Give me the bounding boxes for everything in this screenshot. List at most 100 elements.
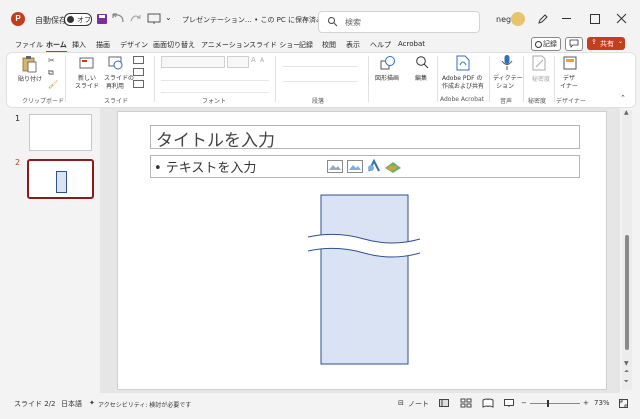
tab-draw[interactable]: 描画 [96, 40, 110, 50]
reset-icon[interactable] [133, 68, 144, 76]
designer-icon[interactable] [563, 56, 578, 70]
bullets-row[interactable] [283, 57, 358, 67]
scroll-down-icon[interactable]: ▼ [624, 360, 629, 367]
new-slide-icon[interactable] [79, 56, 94, 70]
shapes-icon[interactable] [380, 56, 395, 70]
maximize-icon[interactable] [590, 14, 600, 24]
content-placeholder[interactable]: • テキストを入力 [150, 155, 580, 178]
font-shrink-icon[interactable]: A [260, 57, 264, 64]
comments-button[interactable] [565, 37, 583, 51]
sensitivity-label[interactable]: 秘密度 [532, 74, 550, 83]
zoom-slider[interactable] [530, 400, 580, 407]
edit-label[interactable]: 編集 [415, 73, 427, 82]
close-icon[interactable] [616, 13, 627, 24]
zoom-in-icon[interactable]: + [583, 399, 589, 407]
search-icon[interactable] [416, 56, 429, 69]
accessibility-icon[interactable]: ✦ [89, 399, 95, 407]
insert-picture-icon[interactable] [327, 160, 343, 173]
toggle-knob [67, 16, 74, 23]
record-button[interactable]: 記録 [531, 37, 561, 51]
tab-acrobat[interactable]: Acrobat [398, 40, 425, 48]
slide-thumbnail-1[interactable] [29, 114, 92, 151]
rectangle-shape[interactable] [307, 194, 421, 365]
accessibility-status[interactable]: アクセシビリティ: 検討が必要です [98, 400, 191, 409]
format-painter-icon[interactable]: 🖌 [48, 80, 58, 89]
layout-icon[interactable] [133, 56, 144, 64]
scroll-up-icon[interactable]: ▲ [624, 109, 629, 116]
autosave-toggle[interactable]: オフ [64, 13, 92, 26]
user-name[interactable]: neg [496, 15, 511, 24]
filename-chevron-icon[interactable]: ⌄ [302, 13, 309, 22]
font-size-select[interactable] [227, 56, 249, 68]
group-adobe-acrobat: Adobe Acrobat [440, 96, 485, 103]
share-icon: ⇪ [591, 38, 597, 46]
tab-insert[interactable]: 挿入 [72, 40, 86, 50]
shapes-label[interactable]: 図形描画 [375, 73, 399, 82]
sensitivity-icon[interactable] [532, 55, 546, 71]
font-name-select[interactable] [161, 56, 225, 68]
new-slide-label-2[interactable]: スライド [75, 81, 99, 90]
tab-design[interactable]: デザイン [120, 40, 148, 50]
save-icon[interactable] [97, 14, 107, 24]
tab-transitions[interactable]: 画面切り替え [153, 40, 195, 50]
vertical-scrollbar[interactable]: ▲ ▼ ⏶ ⏷ [622, 109, 632, 390]
insert-3d-model-icon[interactable] [385, 160, 401, 173]
slide-sorter-icon[interactable] [460, 398, 472, 408]
align-row[interactable] [283, 72, 358, 82]
undo-icon[interactable] [112, 13, 125, 24]
adobe-pdf-icon[interactable] [456, 55, 470, 71]
zoom-level[interactable]: 73% [594, 399, 610, 407]
fit-to-window-icon[interactable] [619, 399, 628, 408]
ribbon-collapse-icon[interactable]: ⌃ [620, 94, 626, 102]
adobe-pdf-label-2[interactable]: 作成および共有 [442, 81, 484, 90]
share-button[interactable]: ⇪ 共有 ⌄ [587, 37, 625, 50]
font-grow-icon[interactable]: A [251, 56, 256, 64]
zoom-out-icon[interactable]: − [521, 399, 527, 407]
search-box[interactable]: 検索 [318, 11, 480, 33]
language-indicator[interactable]: 日本語 [61, 399, 82, 409]
microphone-icon[interactable] [501, 55, 513, 70]
scrollbar-thumb[interactable] [625, 235, 629, 350]
reuse-slides-label-2[interactable]: 再利用 [106, 81, 124, 90]
font-color-row[interactable] [161, 82, 269, 93]
avatar[interactable] [511, 12, 525, 26]
tab-slideshow[interactable]: スライド ショー [249, 40, 300, 50]
slide-canvas[interactable]: タイトルを入力 • テキストを入力 [117, 111, 607, 390]
notes-icon[interactable]: ⊟ [398, 399, 404, 407]
tab-help[interactable]: ヘルプ [370, 40, 391, 50]
slideshow-icon[interactable] [147, 13, 161, 24]
powerpoint-logo-icon: P [11, 12, 25, 26]
copy-icon[interactable]: ⧉ [48, 68, 54, 78]
tab-record[interactable]: 記録 [299, 40, 313, 50]
next-slide-icon[interactable]: ⏷ [624, 378, 629, 386]
dictate-label-2[interactable]: ション [496, 81, 514, 90]
tab-file[interactable]: ファイル [15, 40, 43, 50]
slide-thumbnail-2[interactable] [27, 159, 94, 199]
prev-slide-icon[interactable]: ⏶ [624, 368, 629, 376]
tab-review[interactable]: 校閲 [322, 40, 336, 50]
paste-icon[interactable] [22, 56, 37, 73]
insert-stock-image-icon[interactable] [347, 160, 363, 173]
autosave-label: 自動保存 [35, 16, 67, 25]
reuse-slides-icon[interactable] [108, 56, 123, 70]
designer-label-2[interactable]: イナー [560, 81, 578, 90]
title-placeholder[interactable]: タイトルを入力 [150, 125, 580, 151]
minimize-icon[interactable] [562, 18, 571, 19]
insert-icon-icon[interactable] [366, 158, 382, 173]
font-format-row[interactable] [161, 70, 269, 81]
tab-view[interactable]: 表示 [346, 40, 360, 50]
share-chevron-icon: ⌄ [618, 38, 624, 45]
notes-button[interactable]: ノート [408, 399, 429, 409]
group-voice: 音声 [500, 98, 513, 105]
paste-label[interactable]: 貼り付け [18, 74, 42, 83]
section-icon[interactable] [133, 80, 144, 88]
qat-dropdown-icon[interactable]: ⌄ [165, 13, 172, 22]
zoom-slider-thumb[interactable] [547, 400, 549, 407]
redo-icon[interactable] [130, 14, 142, 24]
cut-icon[interactable]: ✂ [48, 56, 55, 65]
reading-view-icon[interactable] [482, 398, 494, 408]
pen-icon[interactable] [538, 14, 548, 24]
slideshow-view-icon[interactable] [504, 399, 514, 407]
normal-view-icon[interactable] [439, 399, 449, 407]
tab-animations[interactable]: アニメーション [201, 40, 250, 50]
